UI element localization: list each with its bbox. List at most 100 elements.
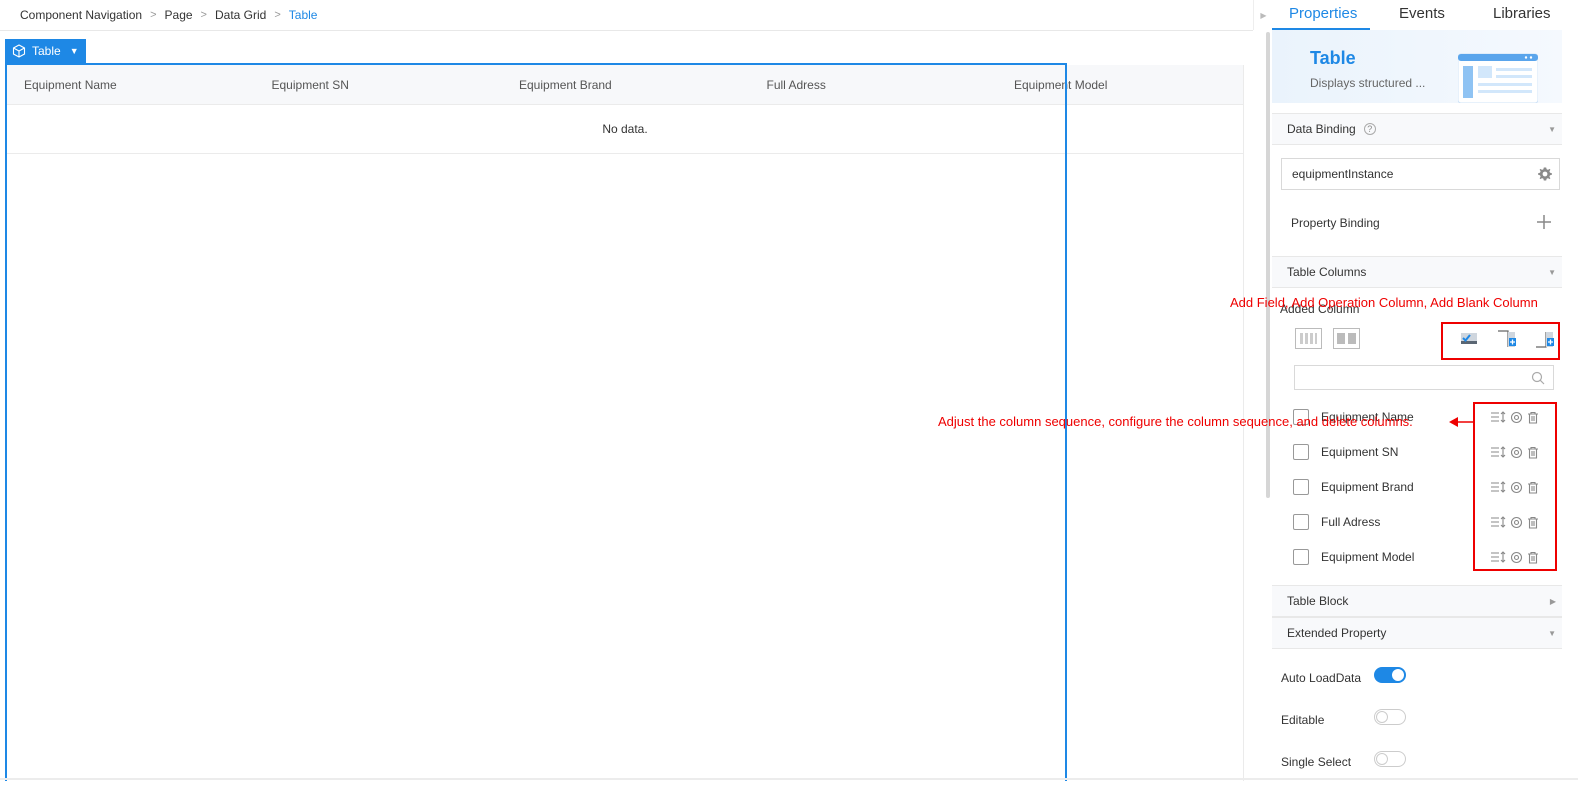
cube-icon — [12, 44, 26, 58]
grid-header-full-adress[interactable]: Full Adress — [749, 65, 997, 104]
bottom-divider — [0, 778, 1578, 780]
breadcrumb-separator: > — [200, 9, 207, 21]
layout-option-left-button[interactable] — [1295, 328, 1322, 349]
editable-label: Editable — [1281, 713, 1325, 727]
delete-icon[interactable] — [1527, 411, 1539, 424]
chevron-right-icon: ▶ — [1549, 596, 1556, 606]
reorder-icon[interactable] — [1490, 550, 1506, 564]
section-data-binding[interactable]: Data Binding ? ▼ — [1272, 113, 1562, 145]
data-binding-field[interactable]: equipmentInstance — [1281, 158, 1560, 190]
caret-down-icon: ▼ — [69, 46, 79, 56]
toggle-knob — [1376, 711, 1388, 723]
settings-icon[interactable] — [1510, 516, 1523, 529]
section-extended-property[interactable]: Extended Property ▼ — [1272, 617, 1562, 649]
component-tag-button[interactable]: Table ▼ — [5, 39, 86, 63]
panel-tabs: Properties Events Libraries — [1272, 0, 1578, 30]
column-row-label: Equipment SN — [1321, 445, 1399, 459]
component-info-card: Table Displays structured ... — [1272, 30, 1562, 103]
tab-libraries[interactable]: Libraries — [1493, 5, 1551, 22]
reorder-icon[interactable] — [1490, 480, 1506, 494]
grid-header-equipment-brand[interactable]: Equipment Brand — [501, 65, 749, 104]
component-tag-label: Table — [32, 44, 61, 58]
auto-load-data-toggle[interactable] — [1374, 667, 1406, 683]
chevron-down-icon: ▼ — [1548, 628, 1556, 638]
single-select-toggle[interactable] — [1374, 751, 1406, 767]
single-select-label: Single Select — [1281, 755, 1352, 769]
section-title: Data Binding — [1287, 122, 1356, 136]
layout-option-right-button[interactable] — [1333, 328, 1360, 349]
split-columns-icon — [1300, 333, 1317, 344]
column-row-equipment-model: Equipment Model — [1293, 548, 1553, 568]
delete-icon[interactable] — [1527, 481, 1539, 494]
settings-icon[interactable] — [1510, 551, 1523, 564]
grid-empty-text: No data. — [6, 105, 1244, 154]
breadcrumb-item-page[interactable]: Page — [165, 8, 193, 22]
column-checkbox[interactable] — [1293, 549, 1309, 565]
breadcrumb-item-current: Table — [288, 8, 318, 22]
reorder-icon[interactable] — [1490, 515, 1506, 529]
tab-events[interactable]: Events — [1399, 5, 1445, 22]
grid-header-equipment-model[interactable]: Equipment Model — [996, 65, 1244, 104]
toggle-knob — [1392, 669, 1404, 681]
column-row-label: Full Adress — [1321, 515, 1381, 529]
column-row-actions — [1490, 409, 1546, 425]
chevron-down-icon: ▼ — [1548, 124, 1556, 134]
column-search-input[interactable] — [1294, 365, 1554, 390]
grid-header-row: Equipment Name Equipment SN Equipment Br… — [6, 65, 1244, 105]
tab-properties[interactable]: Properties — [1289, 5, 1357, 22]
table-illustration-icon — [1458, 53, 1538, 103]
section-title: Table Block — [1287, 594, 1349, 608]
section-title: Table Columns — [1287, 265, 1367, 279]
annotation-toolbar-note: Add Field, Add Operation Column, Add Bla… — [1230, 295, 1538, 310]
gear-icon[interactable] — [1537, 166, 1553, 182]
breadcrumb-separator: > — [150, 9, 157, 21]
column-checkbox[interactable] — [1293, 444, 1309, 460]
column-row-label: Equipment Model — [1321, 550, 1415, 564]
add-property-binding-icon[interactable] — [1536, 214, 1552, 230]
auto-load-data-label: Auto LoadData — [1281, 671, 1362, 685]
data-binding-value: equipmentInstance — [1292, 167, 1394, 181]
reorder-icon[interactable] — [1490, 445, 1506, 459]
add-blank-column-icon[interactable] — [1535, 329, 1555, 349]
column-row-actions — [1490, 549, 1546, 565]
delete-icon[interactable] — [1527, 446, 1539, 459]
grid-header-equipment-name[interactable]: Equipment Name — [6, 65, 254, 104]
search-icon — [1531, 371, 1545, 385]
reorder-icon[interactable] — [1490, 410, 1506, 424]
add-operation-column-icon[interactable] — [1497, 329, 1517, 349]
annotation-arrow-icon — [1449, 417, 1474, 427]
section-table-block[interactable]: Table Block ▶ — [1272, 585, 1562, 617]
editable-toggle[interactable] — [1374, 709, 1406, 725]
chevron-down-icon: ▼ — [1548, 267, 1556, 277]
toggle-knob — [1376, 753, 1388, 765]
column-row-actions — [1490, 479, 1546, 495]
column-row-full-adress: Full Adress — [1293, 513, 1553, 533]
settings-icon[interactable] — [1510, 446, 1523, 459]
component-description: Displays structured ... — [1310, 76, 1426, 90]
collapse-panel-icon[interactable]: ▶ — [1253, 0, 1273, 30]
settings-icon[interactable] — [1510, 411, 1523, 424]
annotation-row-actions-note: Adjust the column sequence, configure th… — [938, 414, 1413, 429]
column-checkbox[interactable] — [1293, 479, 1309, 495]
block-columns-icon — [1337, 333, 1356, 344]
add-field-icon[interactable] — [1459, 329, 1479, 349]
column-checkbox[interactable] — [1293, 514, 1309, 530]
component-title: Table — [1310, 48, 1356, 68]
settings-icon[interactable] — [1510, 481, 1523, 494]
column-row-actions — [1490, 514, 1546, 530]
column-row-equipment-sn: Equipment SN — [1293, 443, 1553, 463]
header-divider — [0, 30, 1253, 31]
breadcrumb-item-component-navigation[interactable]: Component Navigation — [20, 8, 142, 22]
section-table-columns[interactable]: Table Columns ▼ — [1272, 256, 1562, 288]
section-title: Extended Property — [1287, 626, 1387, 640]
delete-icon[interactable] — [1527, 551, 1539, 564]
grid-header-equipment-sn[interactable]: Equipment SN — [254, 65, 502, 104]
help-icon[interactable]: ? — [1363, 123, 1376, 135]
column-row-label: Equipment Brand — [1321, 480, 1414, 494]
breadcrumb-item-data-grid[interactable]: Data Grid — [215, 8, 266, 22]
column-row-equipment-brand: Equipment Brand — [1293, 478, 1553, 498]
column-row-actions — [1490, 444, 1546, 460]
breadcrumb-separator: > — [274, 9, 281, 21]
delete-icon[interactable] — [1527, 516, 1539, 529]
breadcrumb: Component Navigation > Page > Data Grid … — [20, 7, 317, 23]
